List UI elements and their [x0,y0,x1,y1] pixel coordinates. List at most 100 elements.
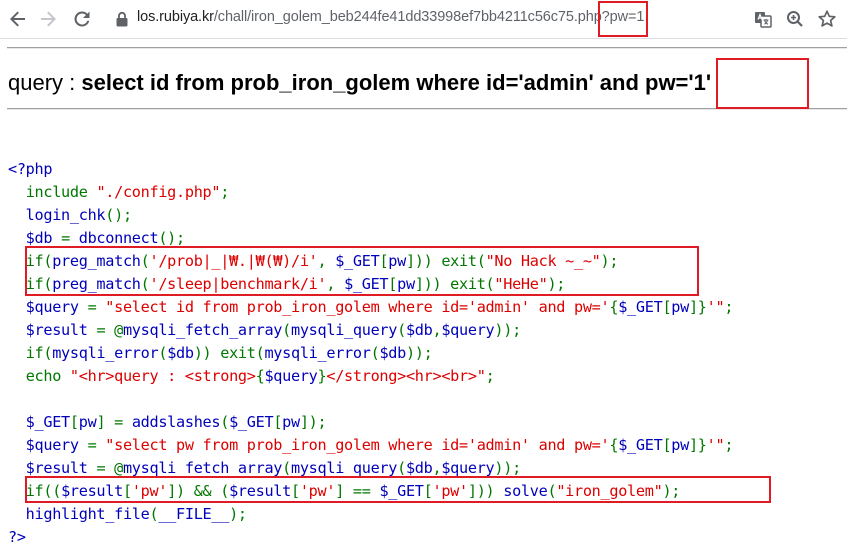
code-token: $_GET [618,298,663,316]
code-token: { [609,436,619,454]
back-arrow-icon[interactable] [6,7,30,31]
url-host: los.rubiya.kr [137,9,214,25]
code-token: ( [220,413,230,431]
code-line: $query = "select pw from prob_iron_golem… [8,434,734,457]
query-sql: select id from prob_iron_golem where id=… [81,70,712,95]
code-token: </strong><hr><br>" [326,367,486,385]
code-token: $_GET [8,413,71,431]
code-token: ( [282,321,291,339]
code-token: login_chk [8,206,106,224]
code-token: mysqli_error [52,344,159,362]
lock-icon[interactable] [115,11,129,27]
code-token: { [609,298,619,316]
code-token: )); [494,321,521,339]
reload-icon [74,11,90,27]
address-bar[interactable]: los.rubiya.kr/chall/iron_golem_beb244fe4… [137,9,644,25]
code-token: ; [724,436,734,454]
code-token: pw [671,298,689,316]
highlight-box-filters [25,246,699,296]
code-token: ( [397,459,406,477]
zoom-icon [787,11,803,27]
code-token: pw [282,413,300,431]
code-token: $db [8,229,62,247]
code-token: mysqli_error [264,344,371,362]
code-token: "<hr>query : <strong> [69,367,256,385]
code-token: $db [167,344,194,362]
code-token: highlight_file [8,505,150,523]
code-token: $query [264,367,318,385]
code-token: ]} [688,436,707,454]
code-token: ; [220,183,230,201]
code-token: [ [662,298,672,316]
code-token: mysqli_fetch_array [122,459,283,477]
query-prefix: query : [8,70,82,95]
horizontal-rule-top [7,47,847,49]
code-token: $_GET [618,436,663,454]
code-token: ); [229,505,247,523]
highlight-box-url-param [598,1,648,37]
code-token: include [25,183,97,201]
code-token: $db [379,344,406,362]
code-line: $result = @mysqli_fetch_array(mysqli_que… [8,319,733,342]
bookmark-star-icon[interactable] [816,8,838,30]
code-token: = [61,229,79,247]
code-token: )) exit( [193,344,265,362]
highlight-box-solve-condition [25,476,771,503]
code-token: = @ [96,459,123,477]
code-line: $_GET[pw] = addslashes($_GET[pw]); [8,411,733,434]
code-line: $query = "select id from prob_iron_golem… [8,296,734,319]
code-token: __FILE__ [158,505,230,523]
code-token: "./config.php" [96,183,221,201]
code-token: $_GET [229,413,274,431]
code-token: $query [8,298,88,316]
zoom-icon[interactable] [784,8,806,30]
translate-icon[interactable] [752,8,774,30]
code-token: mysqli_fetch_array [122,321,283,339]
back-arrow-icon [10,11,25,27]
code-token: $result [8,321,97,339]
forward-arrow-icon[interactable] [36,7,60,31]
code-token: pw [78,413,97,431]
code-token: $result [8,459,97,477]
code-token: '" [706,298,725,316]
code-token: $query [441,321,495,339]
code-token: = [87,298,106,316]
reload-icon[interactable] [70,7,94,31]
code-token: )); [494,459,521,477]
code-token: mysqli_query [291,459,398,477]
code-token: <?php [8,160,53,178]
code-token: mysqli_query [291,321,398,339]
url-path: /chall/iron_golem_beb244fe41dd33998ef7bb… [213,9,645,25]
code-token: (); [158,229,185,247]
code-token: ( [397,321,406,339]
code-token: = @ [96,321,123,339]
code-token: '" [706,436,725,454]
code-line: include "./config.php"; [8,181,733,204]
code-token: ; [485,367,495,385]
code-token: ( [282,459,291,477]
code-line: if(mysqli_error($db)) exit(mysqli_error(… [8,342,733,365]
code-token: = [87,436,106,454]
code-token: $db [405,459,433,477]
translate-icon [755,12,772,28]
code-token: ?> [8,528,26,546]
code-token: [ [273,413,283,431]
code-line: ?> [8,526,733,549]
code-line: echo "<hr>query : <strong>{$query}</stro… [8,365,733,388]
query-display: query : select id from prob_iron_golem w… [8,70,711,96]
bookmark-star-icon [818,10,836,27]
code-token: "select pw from prob_iron_golem where id… [105,436,610,454]
code-token: if( [25,344,53,362]
code-token: ]} [688,298,707,316]
code-token: )); [405,344,433,362]
code-token: [ [662,436,672,454]
code-token: echo [25,367,70,385]
code-token: $query [441,459,495,477]
code-line: <?php [8,158,733,181]
